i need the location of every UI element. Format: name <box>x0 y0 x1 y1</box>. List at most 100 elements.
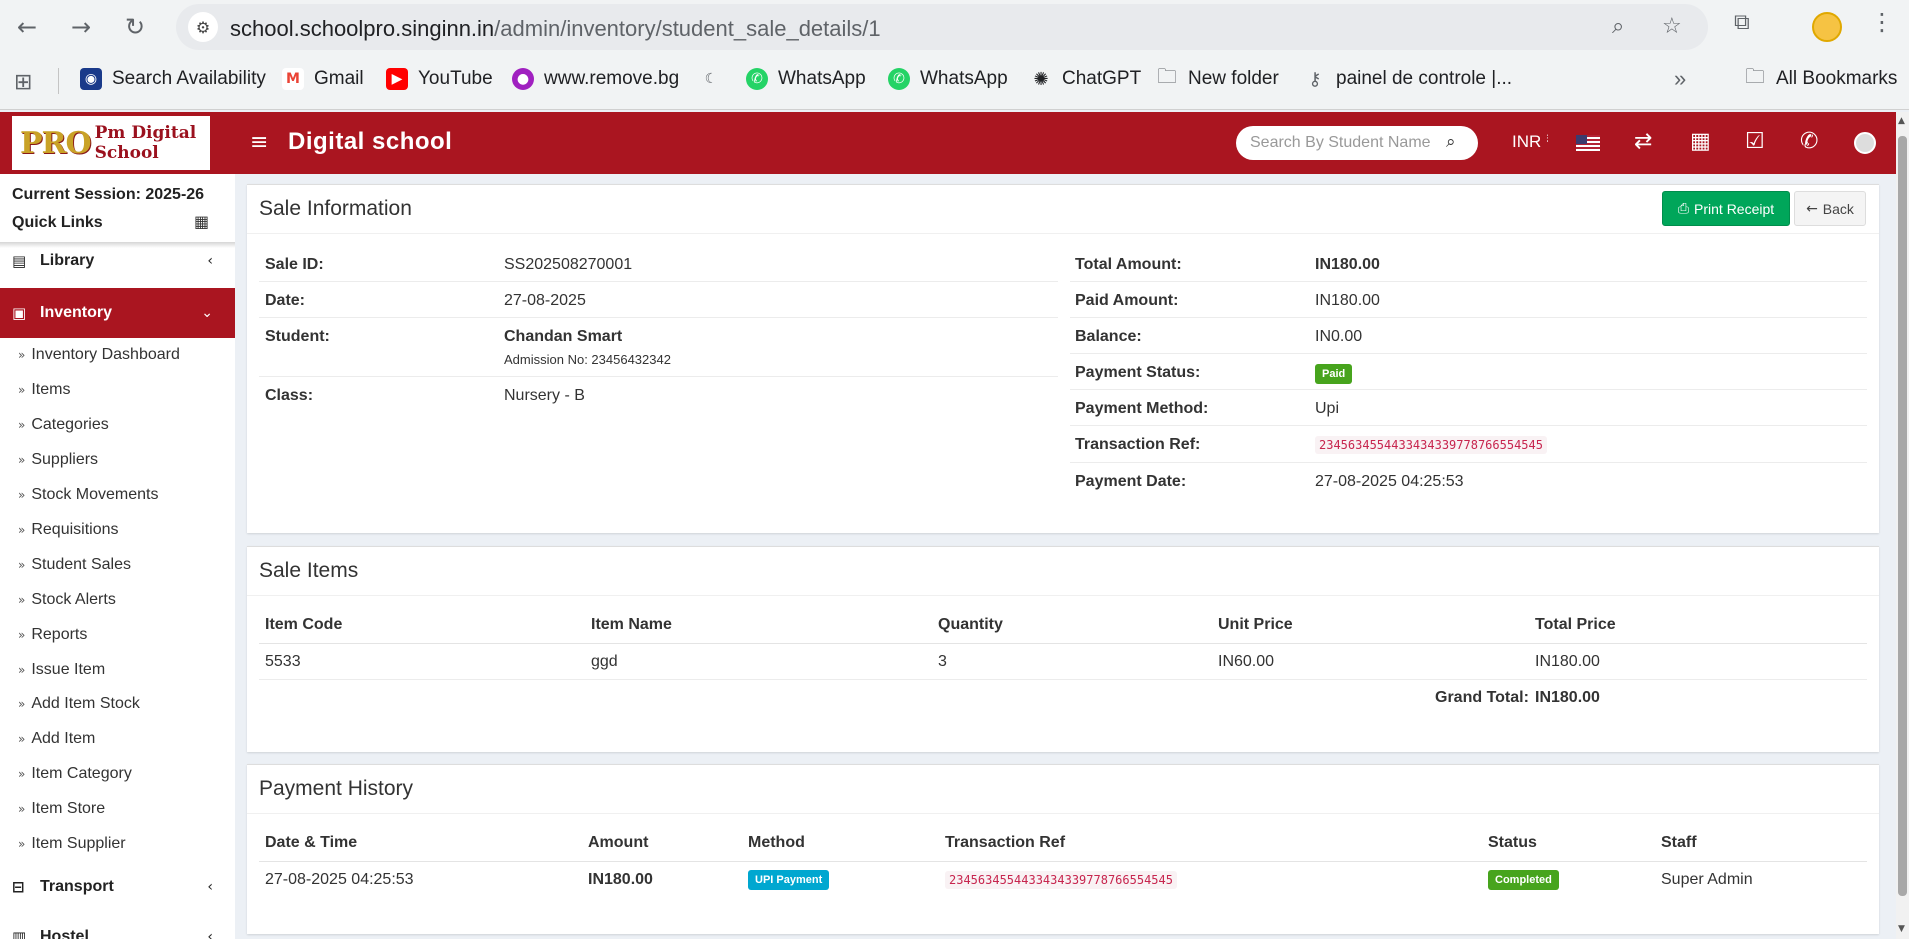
sidebar-sub-student-sales[interactable]: » Student Sales <box>18 556 131 574</box>
table-header-divider <box>259 861 1867 862</box>
sidebar-sub-item-category[interactable]: » Item Category <box>18 765 132 783</box>
sidebar-sub-item-supplier[interactable]: » Item Supplier <box>18 835 126 853</box>
sidebar-sub-requisitions[interactable]: » Requisitions <box>18 521 119 539</box>
panel-title: Payment History <box>259 777 414 800</box>
sidebar-sub-suppliers[interactable]: » Suppliers <box>18 451 98 469</box>
column-header-unit-price: Unit Price <box>1218 616 1293 633</box>
whatsapp-icon: ✆ <box>746 68 768 90</box>
profile-avatar[interactable] <box>1812 12 1842 42</box>
bookmarks-overflow-icon[interactable]: » <box>1674 66 1686 92</box>
sidebar-sub-issue-item[interactable]: » Issue Item <box>18 661 105 679</box>
bookmark-whatsapp-1[interactable]: ✆ WhatsApp <box>746 68 866 90</box>
paid-amount-value: IN180.00 <box>1315 292 1380 309</box>
bookmark-label: WhatsApp <box>920 68 1008 89</box>
site-settings-icon[interactable]: ⚙ <box>188 12 218 42</box>
us-flag-icon[interactable] <box>1576 135 1600 151</box>
page-scrollbar[interactable]: ▲ ▼ <box>1896 112 1909 939</box>
quick-links-label[interactable]: Quick Links <box>12 214 103 232</box>
sidebar-sub-label: Student Sales <box>31 556 131 573</box>
chevron-left-icon: ‹ <box>207 929 213 939</box>
forward-arrow-icon[interactable]: → <box>64 10 98 44</box>
sale-items-panel: Sale Items <box>247 546 1879 752</box>
sidebar-item-label: Hostel <box>40 928 89 939</box>
panel-title: Sale Information <box>259 197 412 220</box>
sidebar-item-label: Transport <box>40 878 114 895</box>
sidebar-sub-add-item-stock[interactable]: » Add Item Stock <box>18 695 140 713</box>
bookmark-new-folder[interactable]: 🗀 New folder <box>1156 64 1279 90</box>
transaction-ref-label: Transaction Ref: <box>1075 436 1201 453</box>
bookmark-label: Search Availability <box>112 68 266 89</box>
row-divider <box>259 376 1058 377</box>
scroll-down-icon[interactable]: ▼ <box>1898 924 1905 934</box>
sidebar-sub-categories[interactable]: » Categories <box>18 416 109 434</box>
user-avatar[interactable] <box>1854 132 1876 154</box>
bookmark-removebg[interactable]: ● www.remove.bg <box>512 68 679 90</box>
bookmark-label: painel de controle |... <box>1336 68 1513 89</box>
url-text[interactable]: school.schoolpro.singinn.in/admin/invent… <box>230 16 881 42</box>
brand-title[interactable]: Digital school <box>288 128 452 156</box>
bookmark-youtube[interactable]: ▶ YouTube <box>386 68 493 90</box>
sidebar-item-hostel[interactable]: ▥ Hostel ‹ <box>0 912 235 939</box>
sidebar-sub-inventory-dashboard[interactable]: » Inventory Dashboard <box>18 346 180 364</box>
sidebar-sub-label: Requisitions <box>31 521 119 538</box>
sidebar-sub-label: Stock Movements <box>31 486 159 503</box>
address-bar[interactable]: ⚙ school.schoolpro.singinn.in/admin/inve… <box>176 4 1708 50</box>
back-arrow-icon[interactable]: ← <box>10 10 44 44</box>
payment-date-value: 27-08-2025 04:25:53 <box>1315 473 1464 490</box>
sale-id-value: SS202508270001 <box>504 256 633 273</box>
zoom-icon[interactable]: ⌕ <box>1612 14 1624 39</box>
checkbox-icon[interactable]: ☑ <box>1745 129 1765 154</box>
sidebar-item-inventory[interactable]: ▣ Inventory ⌄ <box>0 288 235 338</box>
calendar-icon[interactable]: ▦ <box>1690 129 1711 154</box>
all-bookmarks-label: All Bookmarks <box>1776 68 1898 89</box>
browser-menu-icon[interactable]: ⋮ <box>1870 8 1894 36</box>
sidebar-sub-reports[interactable]: » Reports <box>18 626 87 644</box>
sidebar-sub-stock-alerts[interactable]: » Stock Alerts <box>18 591 116 609</box>
reload-icon[interactable]: ↻ <box>118 10 152 44</box>
sidebar-sub-items[interactable]: » Items <box>18 381 70 399</box>
apps-grid-icon[interactable]: ⊞ <box>14 70 32 95</box>
double-chevron-icon: » <box>18 802 26 816</box>
table-header-divider <box>259 643 1867 644</box>
student-search[interactable]: ⌕ <box>1236 126 1478 160</box>
cell-transaction-ref: 2345634554433434339778766554545 <box>945 871 1177 889</box>
sidebar-sub-label: Items <box>31 381 71 398</box>
sidebar-sub-item-store[interactable]: » Item Store <box>18 800 105 818</box>
switch-arrows-icon[interactable]: ⇄ <box>1634 129 1652 154</box>
sidebar-sub-add-item[interactable]: » Add Item <box>18 730 95 748</box>
whatsapp-icon: ✆ <box>888 68 910 90</box>
scroll-thumb[interactable] <box>1898 136 1907 896</box>
bookmark-moon[interactable]: ☾ <box>700 68 722 90</box>
double-chevron-icon: » <box>18 348 26 362</box>
bookmark-star-icon[interactable]: ☆ <box>1662 14 1682 39</box>
bookmark-whatsapp-2[interactable]: ✆ WhatsApp <box>888 68 1008 90</box>
print-receipt-button[interactable]: ⎙ Print Receipt <box>1662 191 1790 226</box>
current-session: Current Session: 2025-26 <box>12 186 205 203</box>
sidebar-item-library[interactable]: ▤ Library ‹ <box>0 236 235 286</box>
extensions-icon[interactable]: ⧉ <box>1734 10 1750 35</box>
panel-title: Sale Items <box>259 559 359 582</box>
hamburger-menu-icon[interactable]: ≡ <box>250 130 268 155</box>
panel-divider <box>247 813 1879 814</box>
student-search-input[interactable] <box>1250 132 1440 154</box>
scroll-up-icon[interactable]: ▲ <box>1898 116 1905 126</box>
sidebar-item-transport[interactable]: ⊟ Transport ‹ <box>0 862 235 912</box>
school-logo[interactable]: PRO Pm Digital School <box>12 116 210 170</box>
bookmark-search-availability[interactable]: ◉ Search Availability <box>80 68 266 90</box>
sidebar-sub-label: Categories <box>31 416 109 433</box>
all-bookmarks[interactable]: 🗀 All Bookmarks <box>1744 64 1898 90</box>
currency-selector[interactable]: INR ₹ <box>1512 132 1548 152</box>
back-button[interactable]: ← Back <box>1794 191 1866 226</box>
grand-total-label: Grand Total: <box>1435 689 1529 706</box>
whatsapp-icon[interactable]: ✆ <box>1800 129 1818 154</box>
bookmark-chatgpt[interactable]: ✺ ChatGPT <box>1030 68 1141 90</box>
bookmark-painel[interactable]: ⚷ painel de controle |... <box>1304 68 1512 90</box>
quick-links-grid-icon[interactable]: ▦ <box>194 212 209 231</box>
sidebar-sub-stock-movements[interactable]: » Stock Movements <box>18 486 159 504</box>
bookmark-gmail[interactable]: M Gmail <box>282 68 364 90</box>
balance-label: Balance: <box>1075 328 1142 345</box>
admission-number: Admission No: 23456432342 <box>504 352 671 367</box>
search-icon[interactable]: ⌕ <box>1446 132 1456 152</box>
bus-icon: ⊟ <box>12 878 25 896</box>
sale-information-panel: Sale Information <box>247 184 1879 533</box>
